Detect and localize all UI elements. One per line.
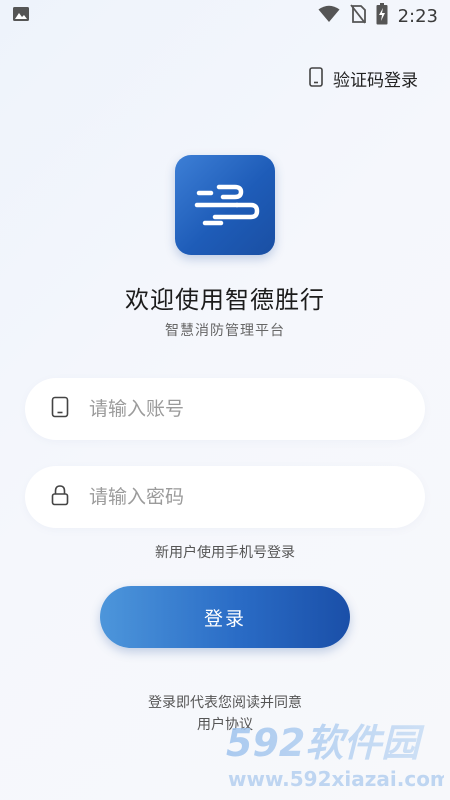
password-field[interactable] (25, 466, 425, 528)
battery-charging-icon (376, 3, 388, 29)
status-bar: 2:23 (0, 0, 450, 32)
phone-icon (309, 66, 323, 91)
app-logo-icon (185, 173, 265, 237)
new-user-phone-login-link[interactable]: 新用户使用手机号登录 (0, 542, 450, 562)
user-agreement-link[interactable]: 用户协议 (0, 714, 450, 736)
agreement: 登录即代表您阅读并同意 用户协议 (0, 692, 450, 736)
app-logo (175, 155, 275, 255)
password-input[interactable] (87, 485, 391, 509)
agreement-text: 登录即代表您阅读并同意 (148, 695, 302, 711)
app-title: 欢迎使用智德胜行 (125, 286, 325, 314)
phone-icon (51, 396, 69, 422)
status-right: 2:23 (318, 3, 438, 29)
account-field[interactable] (25, 378, 425, 440)
no-sim-icon (349, 4, 366, 28)
status-left (12, 5, 30, 27)
image-icon (12, 5, 30, 27)
watermark-url: www.592xiazai.com (228, 767, 444, 791)
status-time: 2:23 (397, 5, 438, 27)
lock-icon (51, 484, 69, 510)
login-button[interactable]: 登录 (100, 586, 350, 648)
account-input[interactable] (87, 397, 391, 421)
app-subtitle: 智慧消防管理平台 (165, 323, 285, 339)
wifi-icon (318, 5, 340, 27)
verify-code-login-label: 验证码登录 (333, 71, 418, 91)
verify-code-login-button[interactable]: 验证码登录 (309, 66, 418, 91)
